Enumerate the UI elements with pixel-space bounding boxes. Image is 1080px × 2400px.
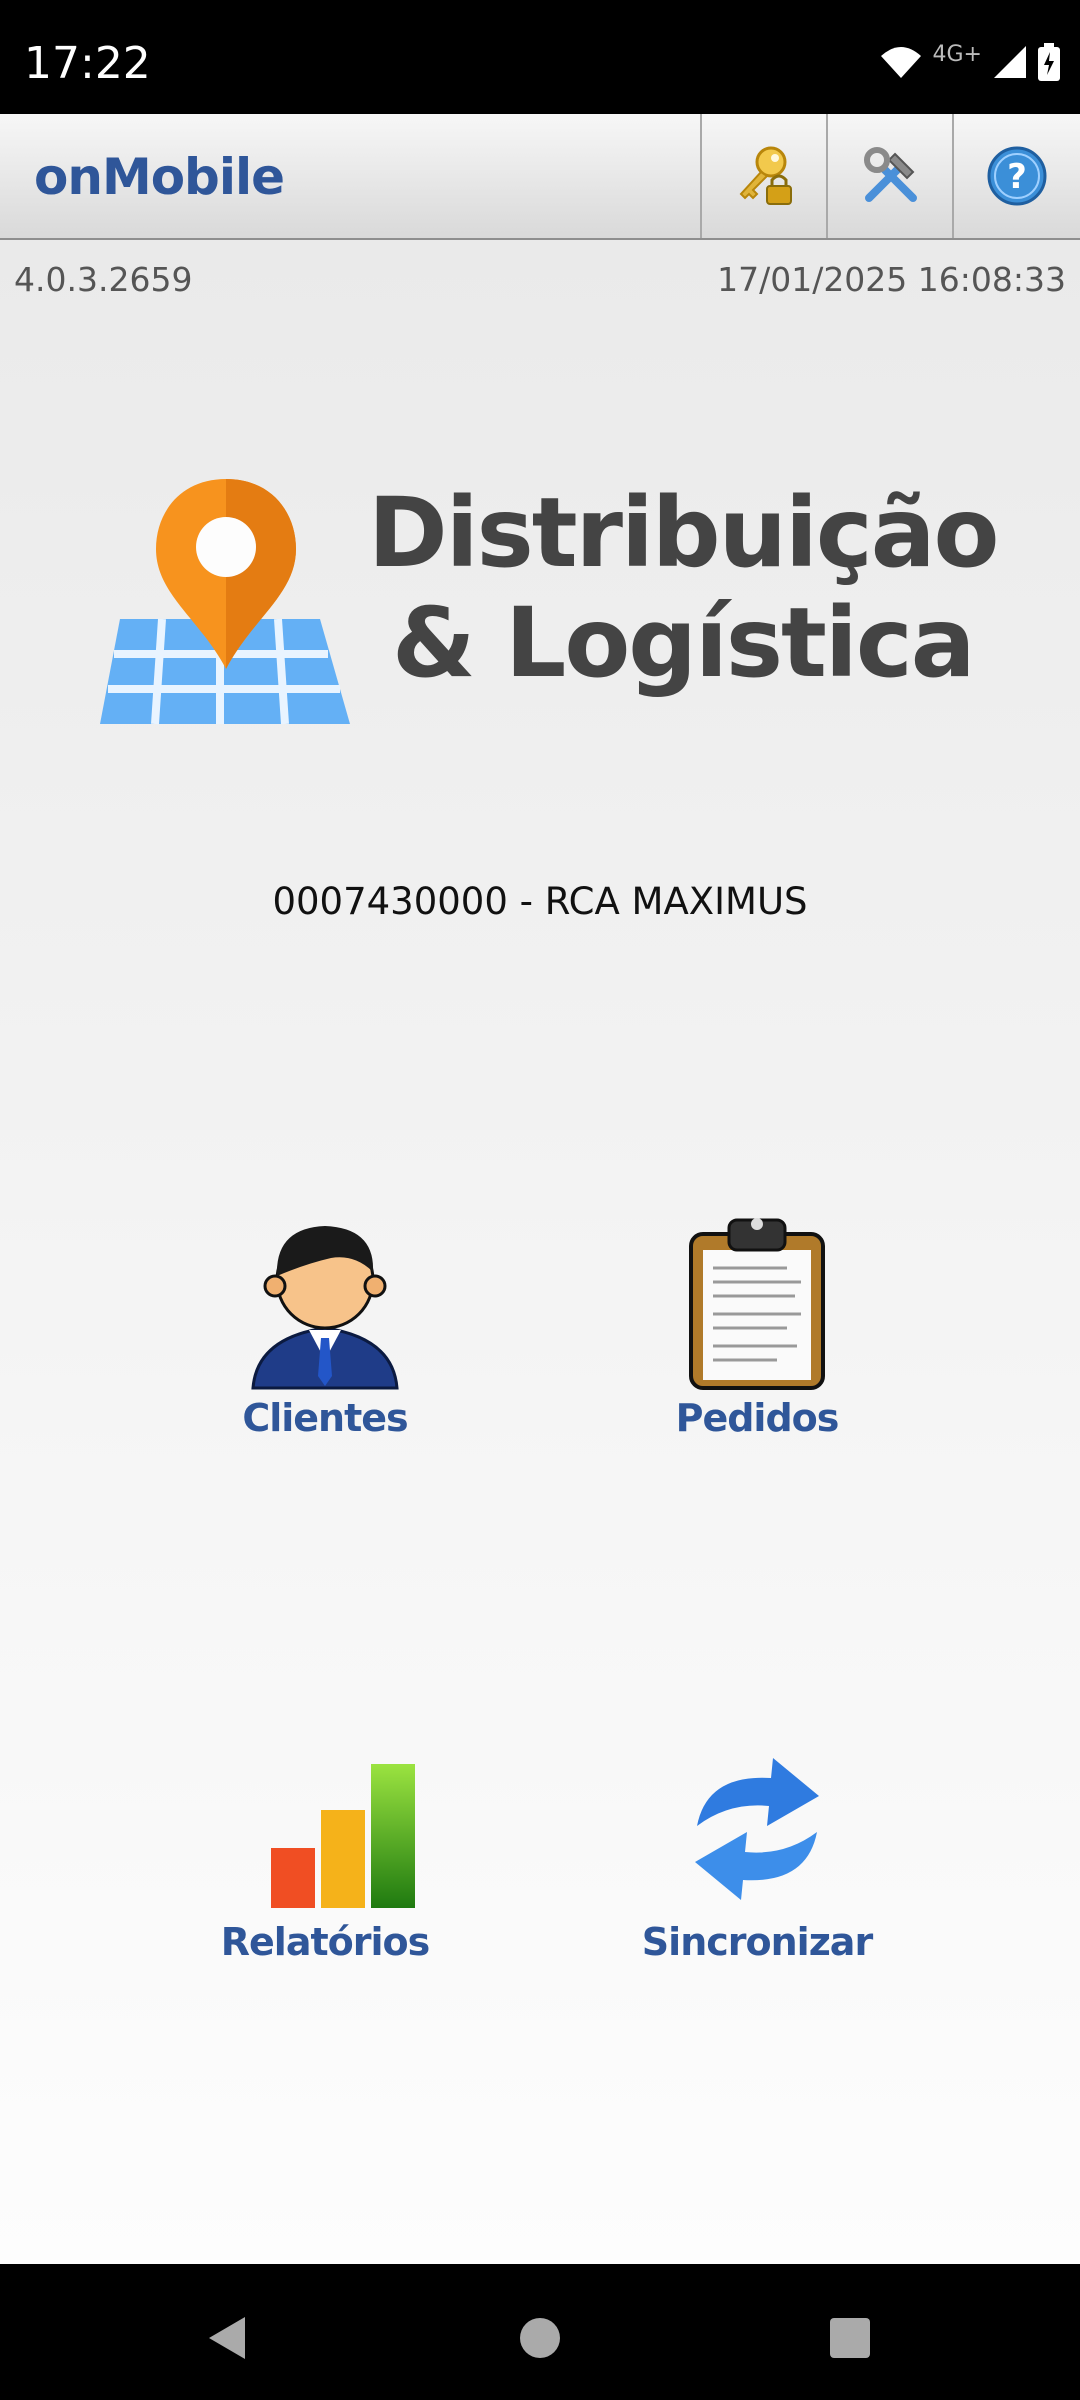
customer-icon bbox=[251, 1226, 399, 1390]
home-icon bbox=[520, 2318, 560, 2358]
map-pin-icon bbox=[100, 479, 350, 725]
network-type: 4G+ bbox=[932, 41, 982, 67]
relatorios-button[interactable]: Relatórios bbox=[175, 1734, 475, 1994]
status-icons: 4G+ bbox=[879, 40, 1060, 84]
app-screen: onMobile ? 4.0.3.2659 17/01/2025 16:08:3… bbox=[0, 114, 1080, 2264]
sincronizar-label: Sincronizar bbox=[641, 1920, 873, 1964]
app-version: 4.0.3.2659 bbox=[14, 260, 193, 299]
logo-text-line1: Distribuição bbox=[368, 477, 999, 589]
pedidos-label: Pedidos bbox=[675, 1396, 840, 1440]
toolbar: onMobile ? bbox=[0, 114, 1080, 240]
back-icon bbox=[209, 2317, 245, 2359]
recents-icon bbox=[830, 2318, 870, 2358]
signal-icon bbox=[994, 46, 1026, 78]
pedidos-button[interactable]: Pedidos bbox=[607, 1210, 907, 1470]
svg-text:?: ? bbox=[1007, 157, 1027, 197]
login-button[interactable] bbox=[700, 114, 828, 238]
user-info: 0007430000 - RCA MAXIMUS bbox=[272, 880, 808, 923]
clientes-button[interactable]: Clientes bbox=[175, 1210, 475, 1470]
sync-icon bbox=[695, 1758, 819, 1900]
brand-logo: Distribuição & Logística bbox=[100, 469, 999, 729]
navigation-bar bbox=[0, 2264, 1080, 2400]
home-button[interactable] bbox=[500, 2298, 580, 2378]
sincronizar-button[interactable]: Sincronizar bbox=[607, 1734, 907, 1994]
bar-chart-icon bbox=[271, 1764, 415, 1908]
sync-datetime: 17/01/2025 16:08:33 bbox=[717, 260, 1066, 299]
clipboard-icon bbox=[689, 1218, 825, 1390]
tools-button[interactable] bbox=[826, 114, 954, 238]
status-time: 17:22 bbox=[24, 38, 151, 89]
relatorios-label: Relatórios bbox=[220, 1920, 430, 1964]
wifi-icon bbox=[880, 47, 921, 78]
logo-text-line2: & Logística bbox=[392, 587, 976, 699]
status-bar: 17:22 4G+ bbox=[0, 0, 1080, 114]
app-title: onMobile bbox=[34, 148, 285, 206]
back-button[interactable] bbox=[188, 2298, 268, 2378]
help-button[interactable]: ? bbox=[952, 114, 1080, 238]
clientes-label: Clientes bbox=[242, 1396, 408, 1440]
key-lock-icon bbox=[739, 146, 792, 205]
battery-icon bbox=[1038, 43, 1060, 81]
recents-button[interactable] bbox=[810, 2298, 890, 2378]
help-icon: ? bbox=[987, 146, 1047, 206]
tools-icon bbox=[864, 147, 917, 202]
